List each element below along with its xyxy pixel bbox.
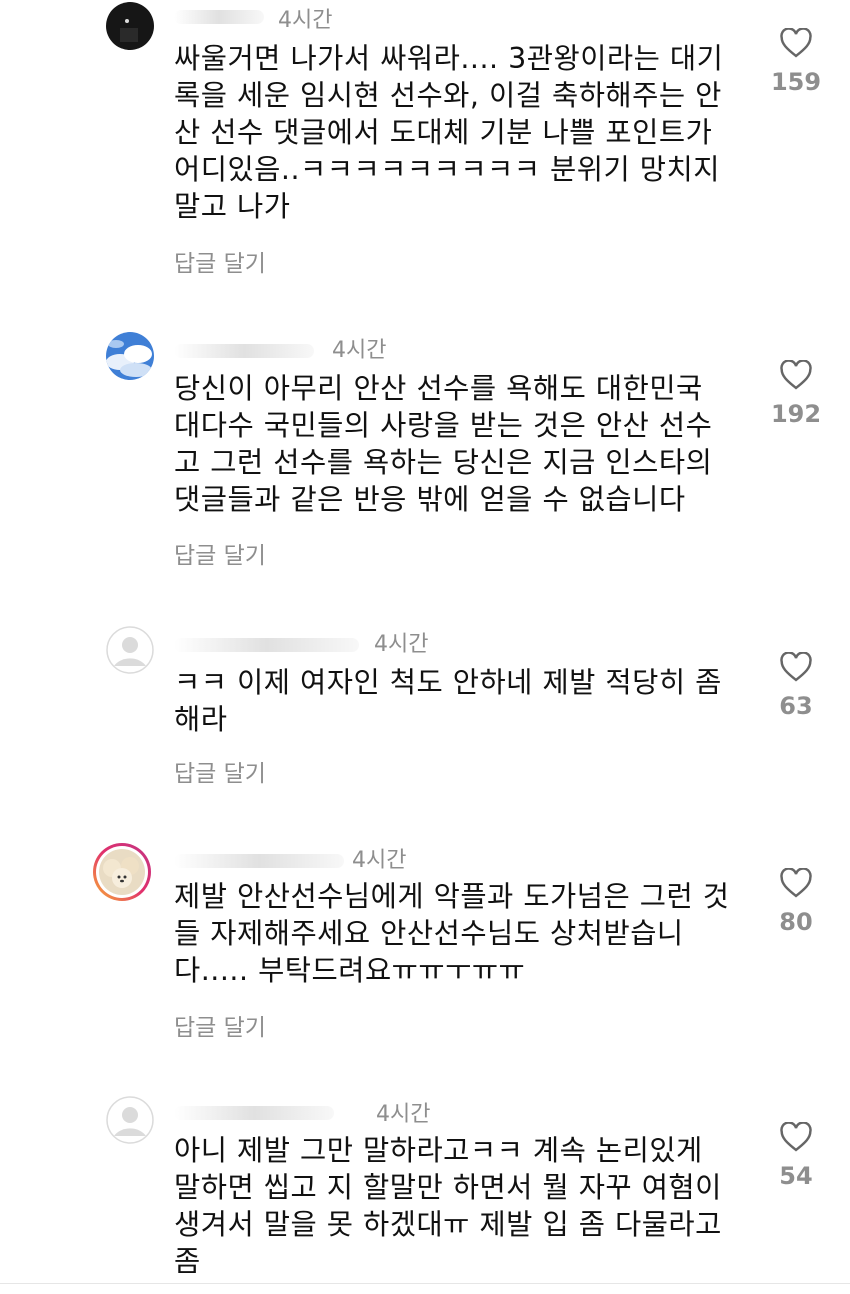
- reply-button[interactable]: 답글 달기: [174, 754, 266, 788]
- username-blurred[interactable]: [174, 850, 344, 872]
- default-avatar-icon: [106, 1096, 154, 1144]
- username-blurred[interactable]: [174, 6, 264, 28]
- story-ring-avatar-image: [93, 843, 151, 901]
- heart-outline-icon[interactable]: [779, 1122, 813, 1152]
- like-count: 80: [779, 908, 813, 936]
- avatar[interactable]: [106, 1096, 154, 1144]
- heart-outline-icon[interactable]: [779, 868, 813, 898]
- like-count: 63: [779, 692, 813, 720]
- username-blurred[interactable]: [174, 1102, 334, 1124]
- avatar-sky-image: [106, 332, 154, 380]
- avatar[interactable]: [92, 842, 152, 902]
- reply-button[interactable]: 답글 달기: [174, 244, 266, 278]
- comment-time: 4시간: [332, 338, 387, 363]
- heart-outline-icon[interactable]: [779, 652, 813, 682]
- avatar[interactable]: [106, 2, 154, 50]
- comment-time: 4시간: [376, 1102, 431, 1127]
- comment-text: 아니 제발 그만 말하라고ㅋㅋ 계속 논리있게 말하면 씹고 지 할말만 하면서…: [174, 1134, 722, 1278]
- comment-text: 제발 안산선수님에게 악플과 도가넘은 그런 것 들 자제해주세요 안산선수님도…: [174, 880, 730, 987]
- comment-time: 4시간: [352, 848, 407, 873]
- avatar-dark-image: [106, 2, 154, 50]
- like-count: 159: [770, 68, 822, 96]
- heart-outline-icon[interactable]: [779, 28, 813, 58]
- comment-text: 당신이 아무리 안산 선수를 욕해도 대한민국 대다수 국민들의 사랑을 받는 …: [174, 372, 713, 516]
- comment-text: 싸울거면 나가서 싸워라.... 3관왕이라는 대기 록을 세운 임시현 선수와…: [174, 42, 724, 223]
- like-group: 192: [766, 360, 826, 428]
- heart-outline-icon[interactable]: [779, 360, 813, 390]
- like-count: 192: [770, 400, 822, 428]
- default-avatar-icon: [106, 626, 154, 674]
- like-count: 54: [779, 1162, 813, 1190]
- avatar[interactable]: [106, 626, 154, 674]
- comment-time: 4시간: [278, 8, 333, 33]
- avatar[interactable]: [106, 332, 154, 380]
- like-group: 159: [766, 28, 826, 96]
- username-blurred[interactable]: [174, 340, 314, 362]
- bottom-divider: [0, 1283, 850, 1284]
- like-group: 63: [766, 652, 826, 720]
- comment-time: 4시간: [374, 632, 429, 657]
- reply-button[interactable]: 답글 달기: [174, 536, 266, 570]
- reply-button[interactable]: 답글 달기: [174, 1008, 266, 1042]
- comment-text: ㅋㅋ 이제 여자인 척도 안하네 제발 적당히 좀 해라: [174, 666, 722, 736]
- like-group: 54: [766, 1122, 826, 1190]
- username-blurred[interactable]: [174, 634, 359, 656]
- like-group: 80: [766, 868, 826, 936]
